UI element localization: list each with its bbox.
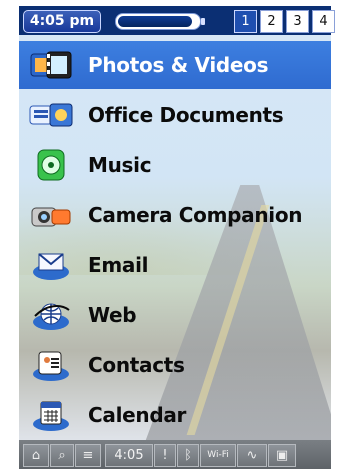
launcher-item-photos-videos[interactable]: Photos & Videos xyxy=(19,41,331,89)
music-icon xyxy=(27,145,75,185)
calendar-icon xyxy=(27,395,75,435)
battery-indicator[interactable] xyxy=(115,13,205,30)
device-screen: 4:05 pm 1 2 3 4 Photos & Videos Office D… xyxy=(19,6,335,469)
launcher-item-camera-companion[interactable]: Camera Companion xyxy=(19,191,331,239)
launcher-item-web[interactable]: Web xyxy=(19,291,331,339)
wifi-icon[interactable]: Wi-Fi xyxy=(200,444,236,467)
launcher-item-label: Music xyxy=(88,153,152,177)
launcher-item-contacts[interactable]: Contacts xyxy=(19,341,331,389)
signal-icon[interactable]: ∿ xyxy=(237,444,267,467)
camera-companion-icon xyxy=(27,195,75,235)
launcher: Photos & Videos Office Documents Music C… xyxy=(19,35,331,440)
search-icon[interactable]: ⌕ xyxy=(50,444,74,467)
launcher-item-label: Calendar xyxy=(88,403,187,427)
office-documents-icon xyxy=(27,95,75,135)
launcher-item-office-documents[interactable]: Office Documents xyxy=(19,91,331,139)
launcher-item-music[interactable]: Music xyxy=(19,141,331,189)
bottom-bar: ⌂ ⌕ ≡ 4:05 ! ᛒ Wi-Fi ∿ ▣ xyxy=(19,440,331,469)
launcher-item-label: Email xyxy=(88,253,149,277)
launcher-item-label: Photos & Videos xyxy=(88,53,269,77)
status-bar: 4:05 pm 1 2 3 4 xyxy=(19,6,335,35)
menu-icon[interactable]: ≡ xyxy=(75,444,101,467)
alert-icon[interactable]: ! xyxy=(154,444,176,467)
bottom-time[interactable]: 4:05 xyxy=(105,444,153,467)
bluetooth-icon[interactable]: ᛒ xyxy=(177,444,199,467)
page-tabs: 1 2 3 4 xyxy=(234,10,335,33)
launcher-item-email[interactable]: Email xyxy=(19,241,331,289)
launcher-item-label: Contacts xyxy=(88,353,185,377)
launcher-item-label: Camera Companion xyxy=(88,203,303,227)
contacts-icon xyxy=(27,345,75,385)
launcher-item-calendar[interactable]: Calendar xyxy=(19,391,331,439)
page-tab-1[interactable]: 1 xyxy=(234,10,257,33)
page-tab-3[interactable]: 3 xyxy=(286,10,309,33)
screen-icon[interactable]: ▣ xyxy=(268,444,296,467)
photos-videos-icon xyxy=(27,45,75,85)
email-icon xyxy=(27,245,75,285)
time-display[interactable]: 4:05 pm xyxy=(23,10,101,33)
home-icon[interactable]: ⌂ xyxy=(23,444,49,467)
page-tab-2[interactable]: 2 xyxy=(260,10,283,33)
launcher-item-label: Web xyxy=(88,303,137,327)
battery-tip xyxy=(201,18,205,25)
page-tab-4[interactable]: 4 xyxy=(312,10,335,33)
battery-fill xyxy=(118,16,192,27)
web-icon xyxy=(27,295,75,335)
launcher-item-label: Office Documents xyxy=(88,103,284,127)
